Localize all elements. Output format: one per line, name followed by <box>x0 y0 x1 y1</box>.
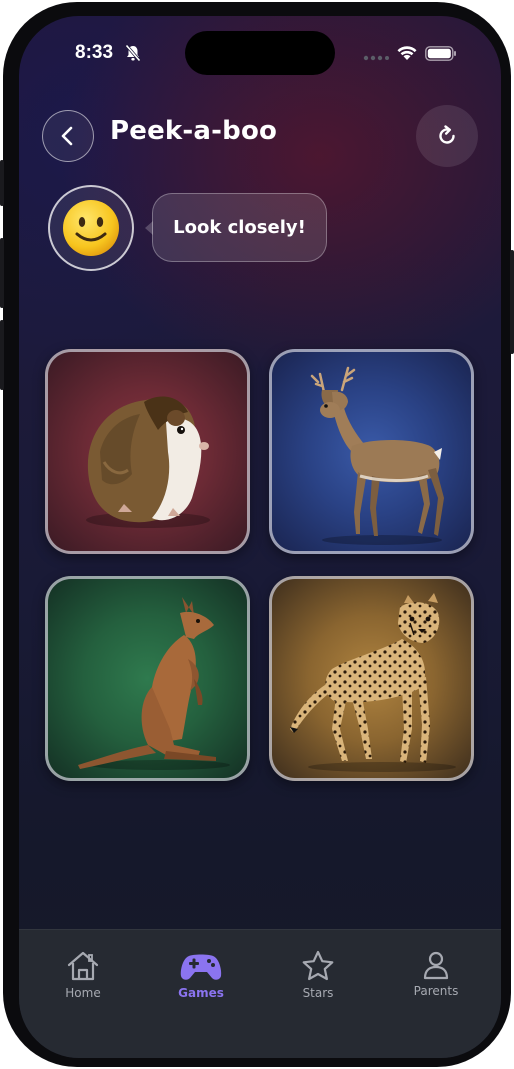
tab-home-label: Home <box>65 986 101 1000</box>
wifi-icon <box>397 46 417 60</box>
signal-dots-icon <box>363 55 389 61</box>
back-button[interactable] <box>42 110 94 162</box>
bell-slash-icon <box>125 44 141 62</box>
home-icon <box>67 951 99 981</box>
speech-bubble-text: Look closely! <box>173 217 306 238</box>
tab-home[interactable]: Home <box>43 950 123 1020</box>
tab-bar: Home Games Stars Parents <box>19 929 501 1058</box>
animal-card-deer[interactable] <box>269 349 474 554</box>
tab-games-label: Games <box>178 986 224 1000</box>
volume-down-button <box>0 320 4 390</box>
page-title: Peek-a-boo <box>110 116 278 146</box>
tab-games[interactable]: Games <box>161 950 241 1020</box>
animal-card-guinea-pig[interactable] <box>45 349 250 554</box>
power-button <box>510 250 514 354</box>
deer-image <box>310 366 444 545</box>
speech-bubble: Look closely! <box>152 193 327 262</box>
smiling-face-icon <box>63 200 119 256</box>
mascot-avatar <box>48 185 134 271</box>
tab-stars[interactable]: Stars <box>278 950 358 1020</box>
tab-parents-label: Parents <box>413 984 459 998</box>
tab-parents[interactable]: Parents <box>396 950 476 1020</box>
chevron-left-icon <box>61 126 73 146</box>
volume-up-button <box>0 238 4 308</box>
phone-frame: 8:33 Peek-a-boo Look closely! Home Games… <box>0 2 514 1067</box>
guinea-pig-image <box>86 396 210 528</box>
star-icon <box>302 950 334 981</box>
animal-card-kangaroo[interactable] <box>45 576 250 781</box>
animal-card-cheetah[interactable] <box>269 576 474 781</box>
cheetah-image <box>290 593 456 772</box>
tab-stars-label: Stars <box>302 986 334 1000</box>
status-time: 8:33 <box>75 42 114 63</box>
mute-switch <box>0 160 4 206</box>
battery-icon <box>425 46 456 61</box>
refresh-icon <box>439 125 455 144</box>
dynamic-island <box>185 31 335 75</box>
refresh-button[interactable] <box>416 105 478 167</box>
app-screen: 8:33 Peek-a-boo Look closely! Home Games… <box>19 16 501 1058</box>
kangaroo-image <box>78 597 230 770</box>
gamepad-icon <box>180 954 222 980</box>
person-icon <box>423 951 449 980</box>
